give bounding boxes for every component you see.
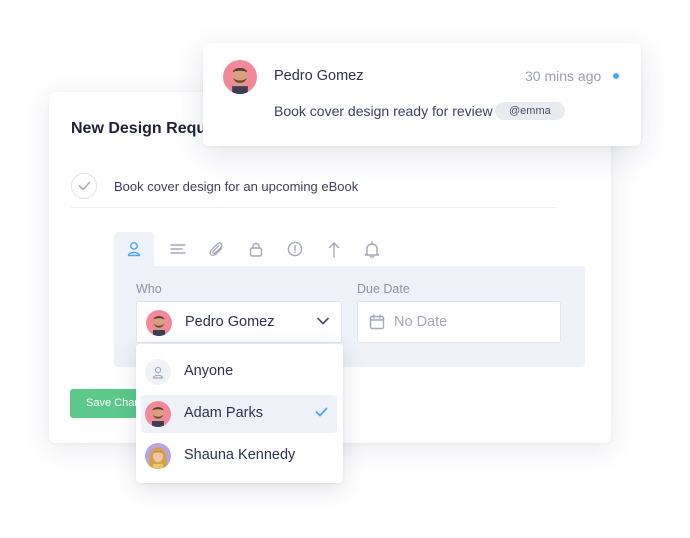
assignee-select[interactable]: Pedro Gomez bbox=[136, 301, 342, 343]
avatar bbox=[145, 443, 171, 469]
calendar-icon bbox=[369, 314, 385, 330]
notification-sender: Pedro Gomez bbox=[274, 68, 364, 84]
anyone-avatar bbox=[145, 359, 171, 385]
dropdown-item-label: Shauna Kennedy bbox=[184, 447, 296, 463]
check-icon bbox=[78, 181, 91, 191]
avatar bbox=[145, 401, 171, 427]
task-complete-checkbox[interactable] bbox=[71, 173, 97, 199]
notification-card[interactable]: Pedro Gomez 30 mins ago Book cover desig… bbox=[203, 43, 641, 146]
task-toolbar bbox=[114, 232, 584, 266]
task-row[interactable]: Book cover design for an upcoming eBook bbox=[71, 172, 557, 208]
alert-circle-icon bbox=[287, 241, 303, 257]
description-lines-icon bbox=[170, 244, 186, 254]
dropdown-item-shauna-kennedy[interactable]: Shauna Kennedy bbox=[141, 437, 337, 475]
assignee-dropdown: Anyone Adam Parks Shauna Kennedy bbox=[136, 344, 343, 483]
person-icon bbox=[152, 366, 164, 379]
tab-priority[interactable] bbox=[275, 232, 315, 266]
dropdown-item-anyone[interactable]: Anyone bbox=[141, 353, 337, 391]
notification-message: Book cover design ready for review bbox=[274, 103, 493, 119]
mention-tag[interactable]: @emma bbox=[495, 102, 565, 120]
chevron-down-icon bbox=[317, 317, 329, 325]
assignee-selected-name: Pedro Gomez bbox=[185, 314, 275, 330]
avatar bbox=[223, 60, 257, 94]
tab-description[interactable] bbox=[158, 232, 198, 266]
dropdown-item-label: Adam Parks bbox=[184, 405, 263, 421]
paperclip-icon bbox=[209, 241, 223, 256]
dropdown-item-label: Anyone bbox=[184, 363, 234, 379]
tab-attachments[interactable] bbox=[197, 232, 237, 266]
notification-time: 30 mins ago bbox=[525, 68, 602, 84]
tab-privacy[interactable] bbox=[236, 232, 276, 266]
who-label: Who bbox=[136, 282, 162, 296]
tab-assignee[interactable] bbox=[114, 232, 154, 266]
tab-reminders[interactable] bbox=[352, 232, 392, 266]
dropdown-item-adam-parks[interactable]: Adam Parks bbox=[141, 395, 337, 433]
due-date-field[interactable]: No Date bbox=[357, 301, 561, 343]
lock-icon bbox=[249, 242, 263, 257]
due-date-label: Due Date bbox=[357, 282, 410, 296]
tab-upload[interactable] bbox=[314, 232, 354, 266]
person-icon bbox=[127, 242, 141, 257]
unread-indicator bbox=[613, 73, 619, 79]
task-description: Book cover design for an upcoming eBook bbox=[114, 179, 359, 194]
upload-arrow-icon bbox=[328, 241, 340, 258]
bell-icon bbox=[364, 240, 380, 258]
avatar bbox=[146, 310, 172, 336]
due-date-placeholder: No Date bbox=[394, 314, 448, 330]
check-icon bbox=[315, 407, 328, 417]
